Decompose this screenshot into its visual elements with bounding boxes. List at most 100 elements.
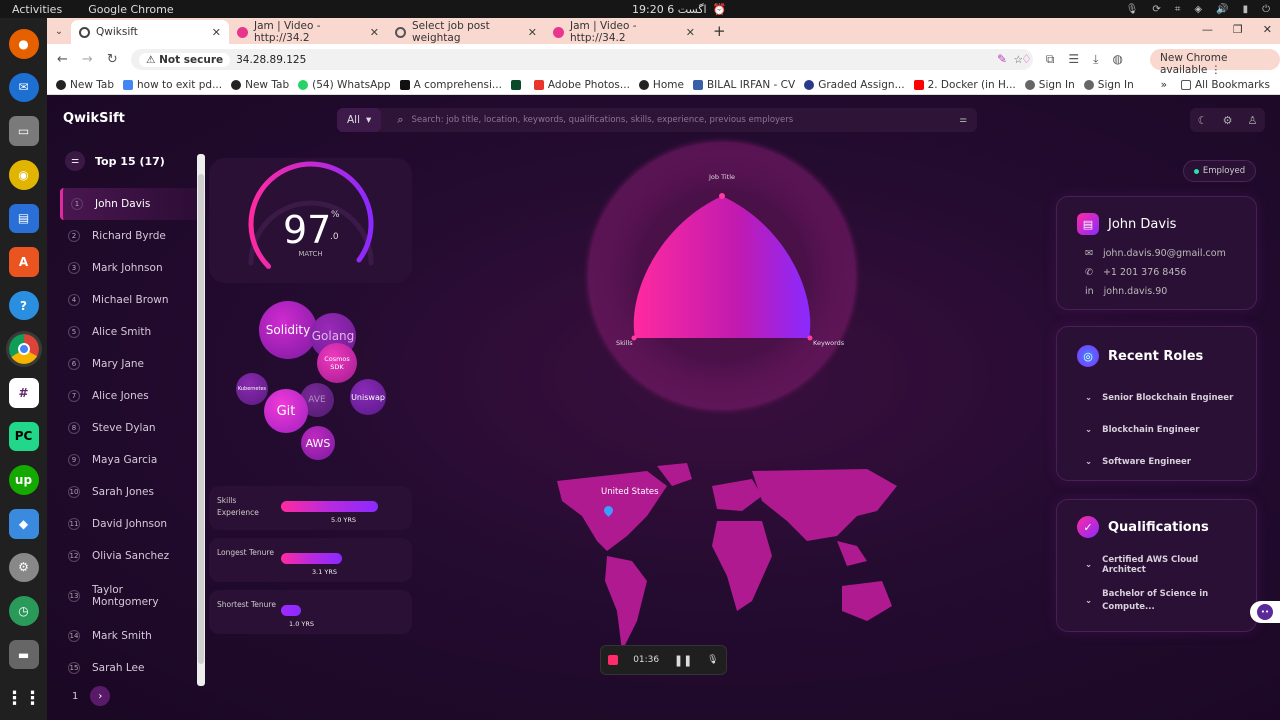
user-icon[interactable]: ♙ [1248,114,1258,127]
role-item[interactable]: ⌄ Blockchain Engineer [1085,414,1236,446]
reading-list-icon[interactable]: ☰ [1068,52,1079,67]
profile-email[interactable]: john.davis.90@gmail.com [1103,248,1226,259]
firefox-icon[interactable]: ● [8,29,39,59]
filter-sliders-icon[interactable]: ⚌ [959,115,967,125]
candidate-item[interactable]: 10 Sarah Jones [60,476,206,508]
omnibox[interactable]: ⚠ Not secure 34.28.89.125 ☆ [131,49,1033,70]
close-icon[interactable]: ✕ [370,26,379,39]
bookmarks-overflow-icon[interactable]: » [1161,79,1167,91]
power-icon[interactable]: ⏻ [1262,4,1270,15]
skill-bubble[interactable]: Kubernetes [236,373,268,405]
all-bookmarks[interactable]: All Bookmarks [1180,79,1270,91]
bookmark-item[interactable]: how to exit pd... [123,79,222,91]
app-icon[interactable]: ◆ [8,508,39,539]
minimize-icon[interactable]: — [1202,23,1213,36]
next-page-button[interactable]: › [90,686,111,706]
new-tab-button[interactable]: + [703,20,736,44]
candidate-item[interactable]: 8 Steve Dylan [60,412,206,444]
writer-icon[interactable]: ▤ [8,203,39,234]
candidate-item[interactable]: 2 Richard Byrde [60,220,206,252]
tab-jam-1[interactable]: Jam | Video - http://34.2 ✕ [229,20,387,44]
slack-icon[interactable]: # [8,378,39,408]
sync-icon[interactable]: ⟳ [1152,4,1160,15]
files-icon[interactable]: ▭ [8,116,39,146]
bookmark-item[interactable]: Graded Assign... [804,79,905,91]
candidate-item[interactable]: 4 Michael Brown [60,284,206,316]
network-icon[interactable]: ⌗ [1175,4,1181,15]
skill-bubble[interactable]: AWS [301,426,335,460]
bookmark-item[interactable]: New Tab [56,79,114,91]
search-filter-dropdown[interactable]: All ▾ [337,108,382,132]
thunderbird-icon[interactable]: ✉ [8,72,39,103]
bookmark-item[interactable]: Home [638,79,684,91]
extension-icon-2[interactable]: ♢ [1021,52,1032,67]
new-chrome-available-button[interactable]: New Chrome available ⋮ [1150,49,1280,76]
extensions-puzzle-icon[interactable]: ⧉ [1046,52,1055,67]
tab-select-job[interactable]: Select job post weightag ✕ [387,20,545,44]
help-icon[interactable]: ? [8,290,39,321]
rhythmbox-icon[interactable]: ◉ [8,159,39,190]
drive-icon[interactable]: ▬ [8,639,39,670]
bookmark-item[interactable]: BILAL IRFAN - CV [692,79,795,91]
bookmark-item[interactable]: A comprehensi... [399,79,502,91]
candidate-item[interactable]: 15 Sarah Lee [60,652,206,684]
download-icon[interactable]: ⤓ [1093,52,1098,67]
role-item[interactable]: ⌄ Software Engineer [1085,446,1236,478]
assistant-widget-button[interactable]: •• [1250,601,1280,623]
wifi-icon[interactable]: ◈ [1194,4,1202,15]
close-window-icon[interactable]: ✕ [1263,23,1272,36]
bookmark-item[interactable]: Sign In [1024,79,1075,91]
bookmark-item[interactable]: (54) WhatsApp [298,79,391,91]
activities-button[interactable]: Activities [12,3,62,16]
candidate-item[interactable]: 3 Mark Johnson [60,252,206,284]
settings-gear-icon[interactable]: ⚙ [1223,114,1233,127]
pycharm-icon[interactable]: PC [8,421,39,452]
mic-icon[interactable]: 🎙 [707,655,718,665]
candidate-item[interactable]: 9 Maya Garcia [60,444,206,476]
clock-app-icon[interactable]: ◷ [8,596,39,626]
app-logo[interactable]: QwikSift [63,111,125,126]
active-app-menu[interactable]: Google Chrome [88,3,173,16]
tab-qwiksift[interactable]: Qwiksift ✕ [71,20,229,44]
security-chip[interactable]: ⚠ Not secure [139,52,231,67]
profile-avatar[interactable]: ◍ [1112,52,1122,67]
volume-icon[interactable]: 🔊 [1216,4,1228,15]
settings-icon[interactable]: ⚙ [8,552,39,583]
search-bar[interactable]: All ▾ ⌕ Search: job title, location, keyw… [337,108,977,132]
sort-icon[interactable]: ⚌ [65,151,85,171]
chrome-icon[interactable] [5,331,42,367]
radar-point-job-title[interactable] [719,193,725,199]
back-icon[interactable]: ← [57,52,68,67]
qualification-item[interactable]: ⌄ Bachelor of Science in Compute... [1085,580,1236,622]
candidate-item[interactable]: 12 Olivia Sanchez [60,540,206,572]
clock[interactable]: 19:20 6 اگست [632,3,707,16]
mic-icon[interactable]: 🎙 [1126,4,1139,15]
candidate-item[interactable]: 7 Alice Jones [60,380,206,412]
scrollbar-thumb[interactable] [198,174,204,664]
close-icon[interactable]: ✕ [528,26,537,39]
close-icon[interactable]: ✕ [686,26,695,39]
candidate-item[interactable]: 1 John Davis [60,188,206,220]
candidate-item[interactable]: 6 Mary Jane [60,348,206,380]
candidate-item[interactable]: 13 Taylor Montgomery [60,572,206,620]
skill-bubble[interactable]: Cosmos SDK [317,343,357,383]
bookmark-item[interactable]: 2. Docker (in H... [913,79,1016,91]
skill-bubble[interactable]: Uniswap [350,379,386,415]
battery-icon[interactable]: ▮ [1243,4,1249,15]
forward-icon[interactable]: → [82,52,93,67]
profile-linkedin[interactable]: john.davis.90 [1104,286,1168,297]
page-number[interactable]: 1 [60,691,78,702]
skill-bubble[interactable]: Git [264,389,308,433]
candidate-item[interactable]: 14 Mark Smith [60,620,206,652]
radar-point-keywords[interactable] [807,335,813,341]
url-text[interactable]: 34.28.89.125 [236,54,306,66]
app-grid-icon[interactable]: ⋮⋮ [6,683,42,713]
dark-mode-icon[interactable]: ☾ [1198,114,1208,127]
bookmark-item[interactable]: Adobe Photos... [533,79,630,91]
bookmark-item[interactable] [510,79,525,90]
search-input[interactable]: Search: job title, location, keywords, q… [411,115,793,125]
skill-bubble[interactable]: Solidity [259,301,317,359]
list-scrollbar[interactable] [197,154,205,686]
reload-icon[interactable]: ↻ [107,52,118,67]
upwork-icon[interactable]: up [8,465,39,495]
